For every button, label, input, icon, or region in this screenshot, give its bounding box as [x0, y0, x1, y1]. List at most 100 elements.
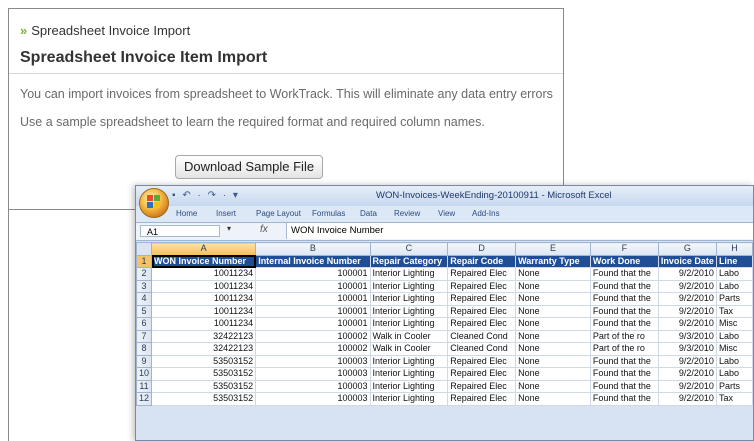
table-cell[interactable]: Found that the [589, 354, 659, 368]
insert-function-icon[interactable]: fx [260, 224, 268, 235]
formula-input[interactable]: WON Invoice Number [286, 223, 753, 239]
table-cell[interactable]: Found that the [589, 279, 659, 293]
tab-insert[interactable]: Insert [216, 209, 236, 218]
table-cell[interactable]: None [515, 354, 591, 368]
table-cell[interactable]: 9/2/2010 [657, 367, 717, 381]
table-cell[interactable]: None [515, 317, 591, 331]
row-number[interactable]: 5 [136, 304, 153, 318]
table-cell[interactable]: 53503152 [151, 379, 257, 393]
column-header[interactable]: A [151, 242, 257, 256]
table-cell[interactable]: 100003 [255, 379, 371, 393]
table-cell[interactable]: Labo [715, 367, 753, 381]
name-box[interactable]: A1 [140, 225, 220, 237]
table-cell[interactable]: 9/2/2010 [657, 317, 717, 331]
row-number[interactable]: 1 [136, 254, 153, 268]
table-cell[interactable]: Found that the [589, 317, 659, 331]
row-number[interactable]: 10 [136, 367, 153, 381]
header-cell[interactable]: Line [715, 254, 753, 268]
header-cell[interactable]: Repair Category [369, 254, 449, 268]
table-cell[interactable]: Found that the [589, 292, 659, 306]
table-cell[interactable]: 100003 [255, 392, 371, 406]
column-header[interactable]: G [657, 242, 717, 256]
table-cell[interactable]: Labo [715, 354, 753, 368]
table-cell[interactable]: 9/2/2010 [657, 304, 717, 318]
header-cell[interactable]: Warranty Type [515, 254, 591, 268]
table-cell[interactable]: Repaired Elec [447, 354, 517, 368]
column-header[interactable]: B [255, 242, 371, 256]
download-sample-file-button[interactable]: Download Sample File [175, 155, 324, 179]
table-cell[interactable]: Repaired Elec [447, 317, 517, 331]
table-cell[interactable]: 10011234 [151, 292, 257, 306]
row-number[interactable]: 11 [136, 379, 153, 393]
table-cell[interactable]: 9/2/2010 [657, 292, 717, 306]
table-cell[interactable]: 9/3/2010 [657, 342, 717, 356]
header-cell[interactable]: WON Invoice Number [151, 254, 257, 268]
column-header[interactable]: E [515, 242, 591, 256]
table-cell[interactable]: Repaired Elec [447, 304, 517, 318]
row-number[interactable]: 4 [136, 292, 153, 306]
table-cell[interactable]: Labo [715, 267, 753, 281]
tab-home[interactable]: Home [176, 209, 197, 218]
table-cell[interactable]: Repaired Elec [447, 292, 517, 306]
table-cell[interactable]: 10011234 [151, 317, 257, 331]
select-all-corner[interactable] [136, 242, 153, 256]
table-cell[interactable]: Interior Lighting [369, 392, 449, 406]
table-cell[interactable]: 100003 [255, 354, 371, 368]
table-cell[interactable]: 100003 [255, 367, 371, 381]
tab-add-ins[interactable]: Add-Ins [472, 209, 500, 218]
tab-page-layout[interactable]: Page Layout [256, 209, 301, 218]
table-cell[interactable]: Interior Lighting [369, 317, 449, 331]
table-cell[interactable]: 9/3/2010 [657, 329, 717, 343]
table-cell[interactable]: Misc [715, 342, 753, 356]
table-cell[interactable]: 53503152 [151, 392, 257, 406]
table-cell[interactable]: Found that the [589, 304, 659, 318]
table-cell[interactable]: Interior Lighting [369, 379, 449, 393]
table-cell[interactable]: Part of the ro [589, 342, 659, 356]
table-cell[interactable]: Repaired Elec [447, 267, 517, 281]
tab-view[interactable]: View [438, 209, 455, 218]
table-cell[interactable]: Found that the [589, 379, 659, 393]
table-cell[interactable]: Labo [715, 279, 753, 293]
table-cell[interactable]: 10011234 [151, 304, 257, 318]
table-cell[interactable]: Interior Lighting [369, 354, 449, 368]
table-cell[interactable]: None [515, 342, 591, 356]
row-number[interactable]: 6 [136, 317, 153, 331]
column-header[interactable]: F [589, 242, 659, 256]
table-cell[interactable]: Found that the [589, 367, 659, 381]
table-cell[interactable]: Tax [715, 304, 753, 318]
column-header[interactable]: C [369, 242, 449, 256]
table-cell[interactable]: None [515, 304, 591, 318]
table-cell[interactable]: 32422123 [151, 329, 257, 343]
table-cell[interactable]: Repaired Elec [447, 379, 517, 393]
row-number[interactable]: 3 [136, 279, 153, 293]
row-number[interactable]: 9 [136, 354, 153, 368]
table-cell[interactable]: None [515, 267, 591, 281]
table-cell[interactable]: 9/2/2010 [657, 267, 717, 281]
table-cell[interactable]: 9/2/2010 [657, 279, 717, 293]
table-cell[interactable]: Interior Lighting [369, 267, 449, 281]
table-cell[interactable]: Repaired Elec [447, 367, 517, 381]
table-cell[interactable]: Cleaned Cond [447, 329, 517, 343]
header-cell[interactable]: Internal Invoice Number [255, 254, 371, 268]
table-cell[interactable]: Repaired Elec [447, 392, 517, 406]
table-cell[interactable]: Walk in Cooler [369, 329, 449, 343]
row-number[interactable]: 7 [136, 329, 153, 343]
table-cell[interactable]: 9/2/2010 [657, 392, 717, 406]
quick-access-toolbar[interactable]: ▪ ↶ · ↷ · ▾ [172, 190, 240, 201]
table-cell[interactable]: 100001 [255, 267, 371, 281]
office-button-icon[interactable] [139, 188, 169, 218]
table-cell[interactable]: 100001 [255, 292, 371, 306]
name-box-dropdown-icon[interactable]: ▾ [227, 224, 231, 233]
table-cell[interactable]: Interior Lighting [369, 279, 449, 293]
table-cell[interactable]: Walk in Cooler [369, 342, 449, 356]
table-cell[interactable]: Repaired Elec [447, 279, 517, 293]
tab-data[interactable]: Data [360, 209, 377, 218]
table-cell[interactable]: None [515, 292, 591, 306]
table-cell[interactable]: Found that the [589, 392, 659, 406]
table-cell[interactable]: Misc [715, 317, 753, 331]
table-cell[interactable]: 53503152 [151, 367, 257, 381]
table-cell[interactable]: None [515, 329, 591, 343]
row-number[interactable]: 12 [136, 392, 153, 406]
table-cell[interactable]: Found that the [589, 267, 659, 281]
table-cell[interactable]: 100001 [255, 279, 371, 293]
